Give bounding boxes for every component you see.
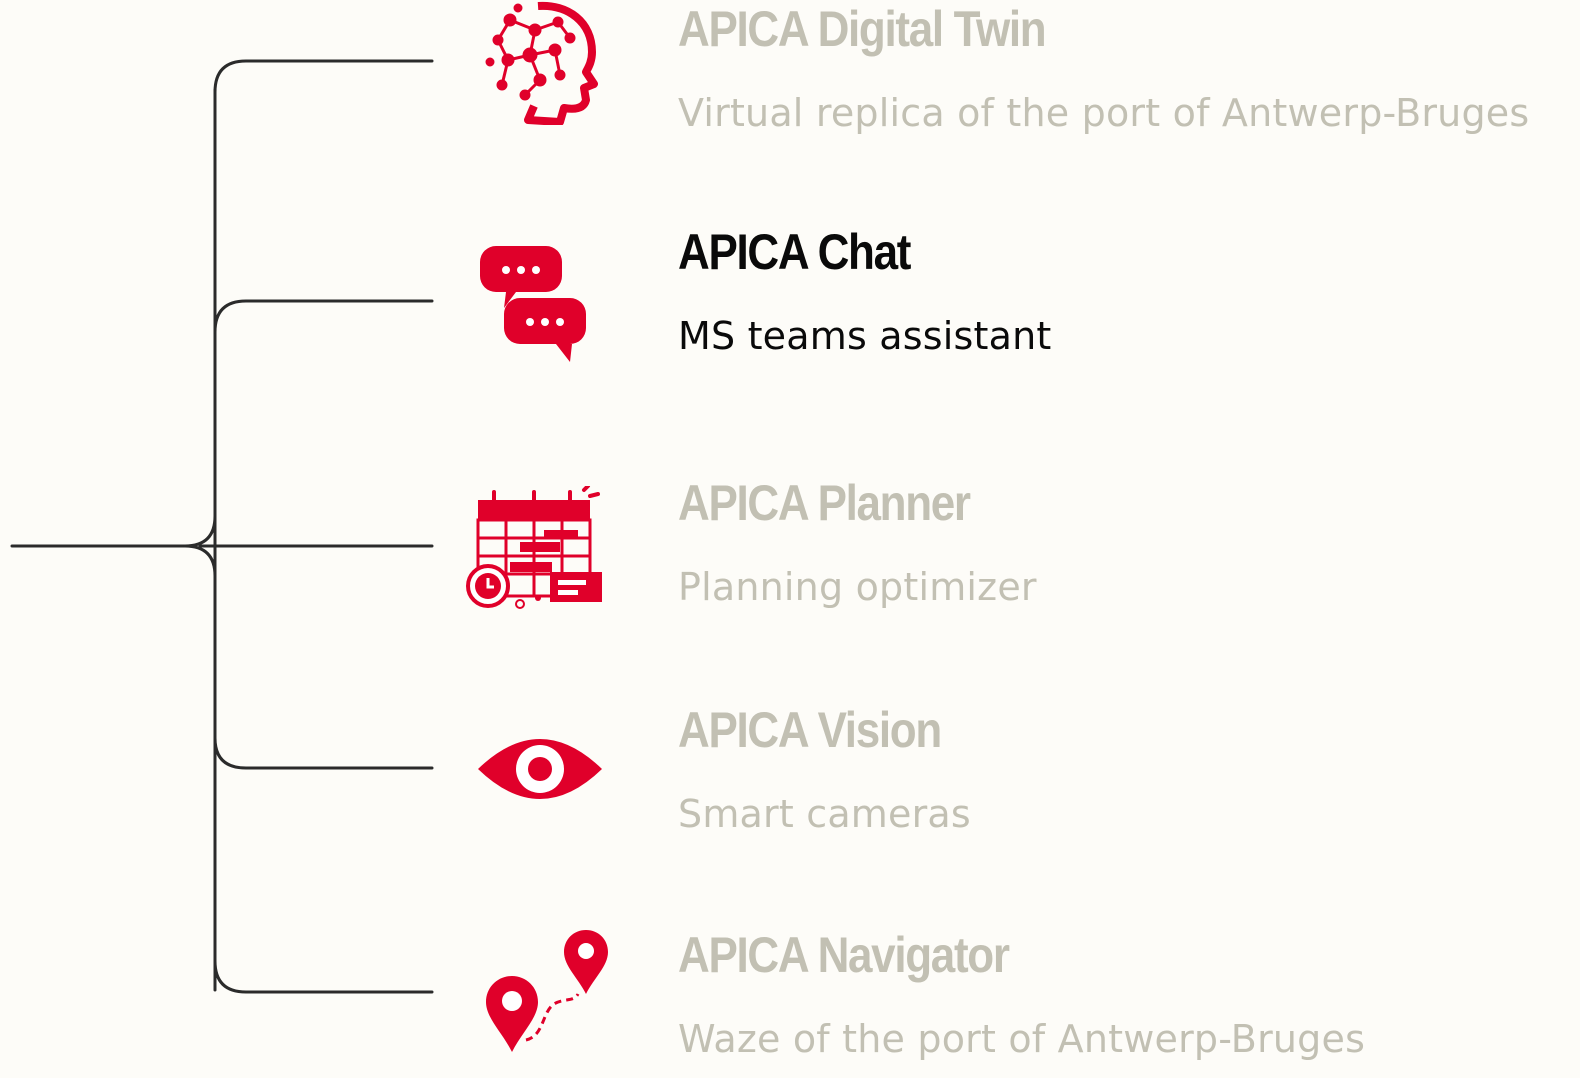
calendar-planner-icon	[464, 486, 604, 611]
item-planner[interactable]: APICA Planner Planning optimizer	[460, 478, 1570, 632]
route-pins-icon	[482, 928, 612, 1058]
connector-branch-digital-twin	[213, 59, 434, 94]
item-subtitle: Smart cameras	[678, 792, 971, 836]
connector-branch-planner	[183, 514, 434, 578]
item-vision[interactable]: APICA Vision Smart cameras	[460, 705, 1570, 855]
item-subtitle: MS teams assistant	[678, 314, 1052, 358]
item-digital-twin[interactable]: APICA Digital Twin Virtual replica of th…	[460, 0, 1570, 150]
item-subtitle: Planning optimizer	[678, 565, 1037, 609]
item-title: APICA Planner	[678, 475, 971, 531]
item-chat[interactable]: APICA Chat MS teams assistant	[460, 227, 1570, 385]
item-title: APICA Chat	[678, 224, 911, 280]
connector-branch-chat	[213, 299, 434, 334]
item-subtitle: Waze of the port of Antwerp-Bruges	[678, 1017, 1366, 1061]
connector-branch-navigator	[213, 959, 434, 994]
item-subtitle: Virtual replica of the port of Antwerp-B…	[678, 91, 1530, 135]
chat-bubbles-icon	[476, 240, 591, 365]
ai-head-icon	[480, 0, 600, 125]
eye-icon	[476, 725, 606, 815]
item-navigator[interactable]: APICA Navigator Waze of the port of Antw…	[460, 928, 1570, 1078]
connector-branch-vision	[213, 736, 434, 770]
item-title: APICA Vision	[678, 702, 942, 758]
item-title: APICA Digital Twin	[678, 1, 1047, 57]
item-title: APICA Navigator	[678, 927, 1010, 983]
